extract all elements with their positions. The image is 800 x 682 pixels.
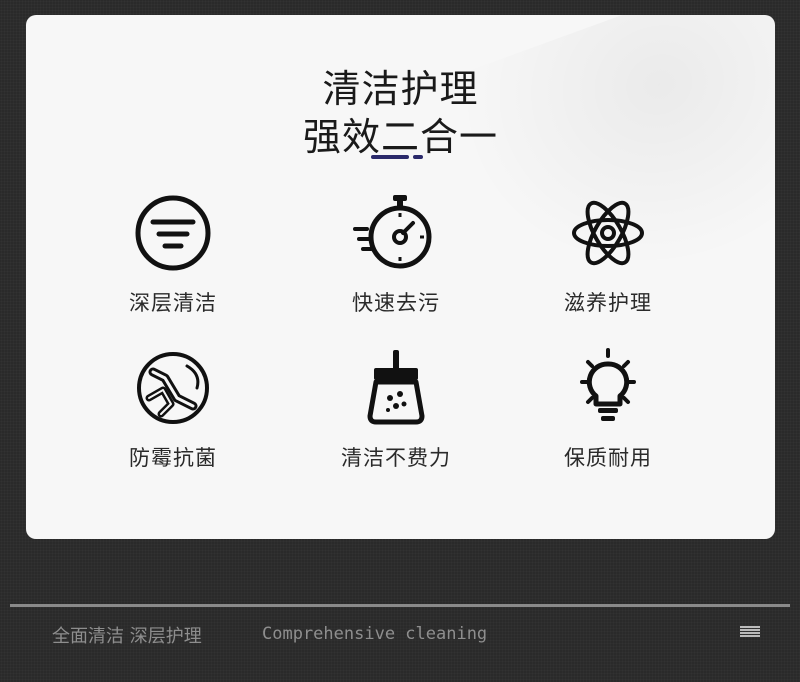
- title-line-1: 清洁护理: [322, 67, 479, 111]
- bacteria-icon: [137, 352, 209, 424]
- title-line-2: 强效二合一: [302, 115, 498, 159]
- footer-divider: [10, 604, 790, 607]
- feature-label: 深层清洁: [129, 291, 217, 315]
- feature-label: 保质耐用: [564, 446, 652, 470]
- feature-card: 清洁护理 强效二合一 深层清洁 快速去污 滋养护理 防霉抗菌 清洁不费力 保质耐…: [26, 15, 775, 539]
- stopwatch-icon: [353, 195, 432, 269]
- filter-circle-icon: [135, 195, 211, 271]
- feature-nourish: 滋养护理: [508, 193, 708, 317]
- footer-en-text: Comprehensive cleaning: [262, 624, 488, 644]
- feature-effortless: 清洁不费力: [296, 348, 496, 472]
- footer-cn-text: 全面清洁 深层护理: [52, 626, 202, 647]
- brush-icon: [367, 350, 425, 425]
- feature-label: 清洁不费力: [341, 446, 451, 470]
- lightbulb-icon: [580, 348, 636, 421]
- feature-durable: 保质耐用: [508, 348, 708, 472]
- feature-quick-stain: 快速去污: [296, 193, 496, 317]
- card-title: 清洁护理 强效二合一: [26, 65, 775, 161]
- menu-icon[interactable]: [740, 626, 760, 638]
- feature-label: 滋养护理: [564, 291, 652, 315]
- atom-icon: [572, 200, 644, 266]
- feature-label: 快速去污: [352, 291, 440, 315]
- feature-deep-clean: 深层清洁: [73, 193, 273, 317]
- feature-label: 防霉抗菌: [129, 446, 217, 470]
- feature-antibacterial: 防霉抗菌: [73, 348, 273, 472]
